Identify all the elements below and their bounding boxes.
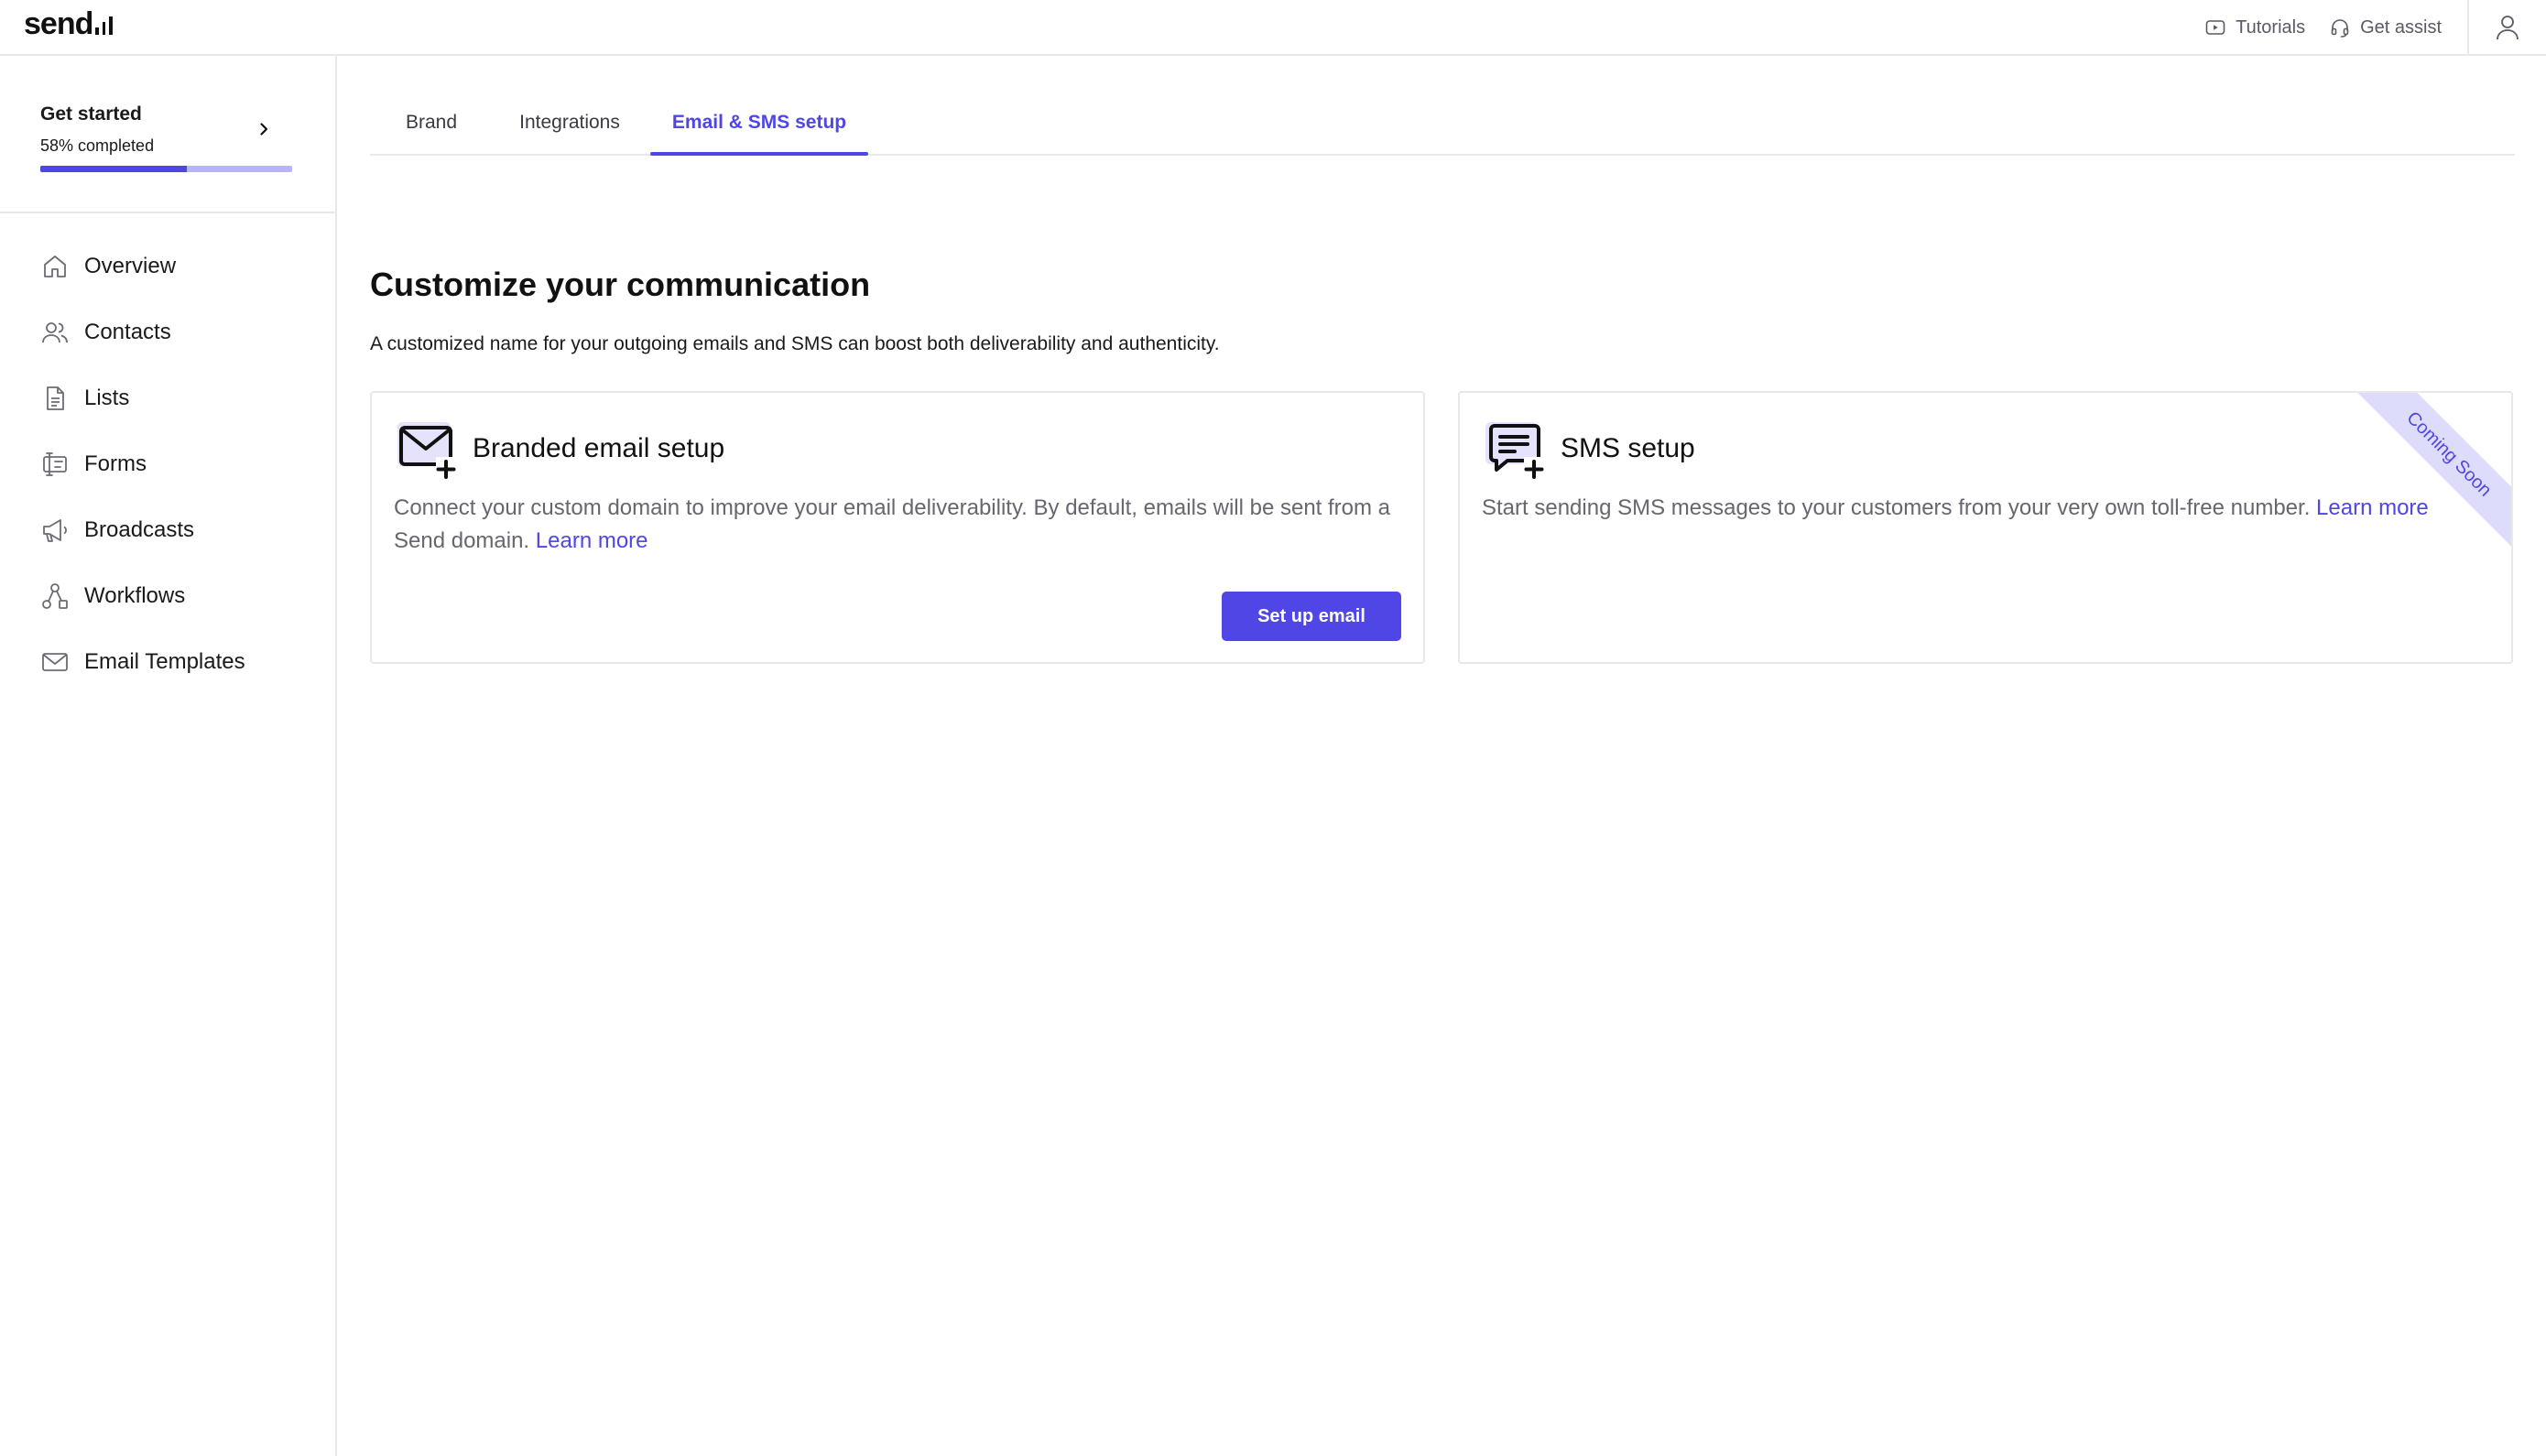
sidebar-item-lists[interactable]: Lists <box>0 365 335 431</box>
coming-soon-ribbon: Coming Soon <box>2349 393 2511 554</box>
page-title: Customize your communication <box>370 266 871 303</box>
get-assist-label: Get assist <box>2360 16 2442 38</box>
sidebar-item-label: Lists <box>84 386 130 410</box>
sidebar: Get started 58% completed Overview Conta… <box>0 56 337 1456</box>
branded-email-card: Branded email setup Connect your custom … <box>370 391 1425 664</box>
workflow-icon <box>42 583 68 609</box>
sms-setup-card: SMS setup Start sending SMS messages to … <box>1458 391 2513 664</box>
send-logo[interactable]: send <box>24 5 113 42</box>
top-bar: send Tutorials Get assist <box>0 0 2546 56</box>
settings-tabs: Brand Integrations Email & SMS setup <box>370 92 2515 156</box>
sms-add-icon <box>1485 422 1544 479</box>
sidebar-item-label: Broadcasts <box>84 517 195 542</box>
sidebar-item-label: Email Templates <box>84 649 245 674</box>
sms-setup-description: Start sending SMS messages to your custo… <box>1482 492 2489 525</box>
logo-text: send <box>24 6 93 41</box>
sidebar-item-overview[interactable]: Overview <box>0 234 335 299</box>
get-started-title: Get started <box>40 103 142 125</box>
get-started-progress-fill <box>40 166 187 172</box>
sidebar-item-label: Overview <box>84 254 177 278</box>
chevron-right-icon[interactable] <box>253 118 275 140</box>
envelope-icon <box>42 653 68 671</box>
branded-email-description: Connect your custom domain to improve yo… <box>394 492 1401 558</box>
set-up-email-button[interactable]: Set up email <box>1222 592 1401 641</box>
get-started-progress-bar <box>40 166 292 172</box>
sidebar-item-broadcasts[interactable]: Broadcasts <box>0 497 335 563</box>
tab-integrations[interactable]: Integrations <box>493 92 647 154</box>
sidebar-item-label: Forms <box>84 451 147 476</box>
home-icon <box>44 255 66 277</box>
video-play-icon <box>2205 20 2225 35</box>
headset-icon <box>2331 19 2349 38</box>
coming-soon-label: Coming Soon <box>2402 407 2496 501</box>
get-assist-link[interactable]: Get assist <box>2329 16 2442 38</box>
sidebar-item-email-templates[interactable]: Email Templates <box>0 629 335 695</box>
email-add-icon <box>397 422 456 479</box>
user-icon <box>2497 16 2519 40</box>
tab-email-sms-setup[interactable]: Email & SMS setup <box>650 92 868 156</box>
get-started-progress-label: 58% completed <box>40 136 155 155</box>
sidebar-item-contacts[interactable]: Contacts <box>0 299 335 365</box>
user-menu-button[interactable] <box>2469 0 2546 55</box>
sidebar-item-label: Workflows <box>84 583 186 608</box>
megaphone-icon <box>43 519 67 542</box>
top-actions: Tutorials Get assist <box>2204 0 2546 55</box>
sidebar-item-forms[interactable]: Forms <box>0 431 335 497</box>
logo-bars-icon <box>95 16 113 35</box>
users-icon <box>42 322 68 343</box>
sidebar-item-label: Contacts <box>84 320 171 344</box>
sms-setup-title: SMS setup <box>1561 433 1695 463</box>
sidebar-item-workflows[interactable]: Workflows <box>0 563 335 629</box>
tab-brand[interactable]: Brand <box>370 92 493 154</box>
sms-learn-more-link[interactable]: Learn more <box>2316 495 2429 520</box>
branded-email-title: Branded email setup <box>473 433 725 463</box>
tutorials-label: Tutorials <box>2236 16 2306 38</box>
email-learn-more-link[interactable]: Learn more <box>536 528 648 553</box>
page-subtitle: A customized name for your outgoing emai… <box>370 333 1220 354</box>
sms-setup-description-text: Start sending SMS messages to your custo… <box>1482 495 2311 520</box>
get-started-panel[interactable]: Get started 58% completed <box>0 56 335 213</box>
tutorials-link[interactable]: Tutorials <box>2204 16 2305 38</box>
document-list-icon <box>47 386 64 410</box>
form-icon <box>43 452 67 476</box>
sidebar-nav: Overview Contacts Lists Forms Broadcasts… <box>0 234 335 695</box>
